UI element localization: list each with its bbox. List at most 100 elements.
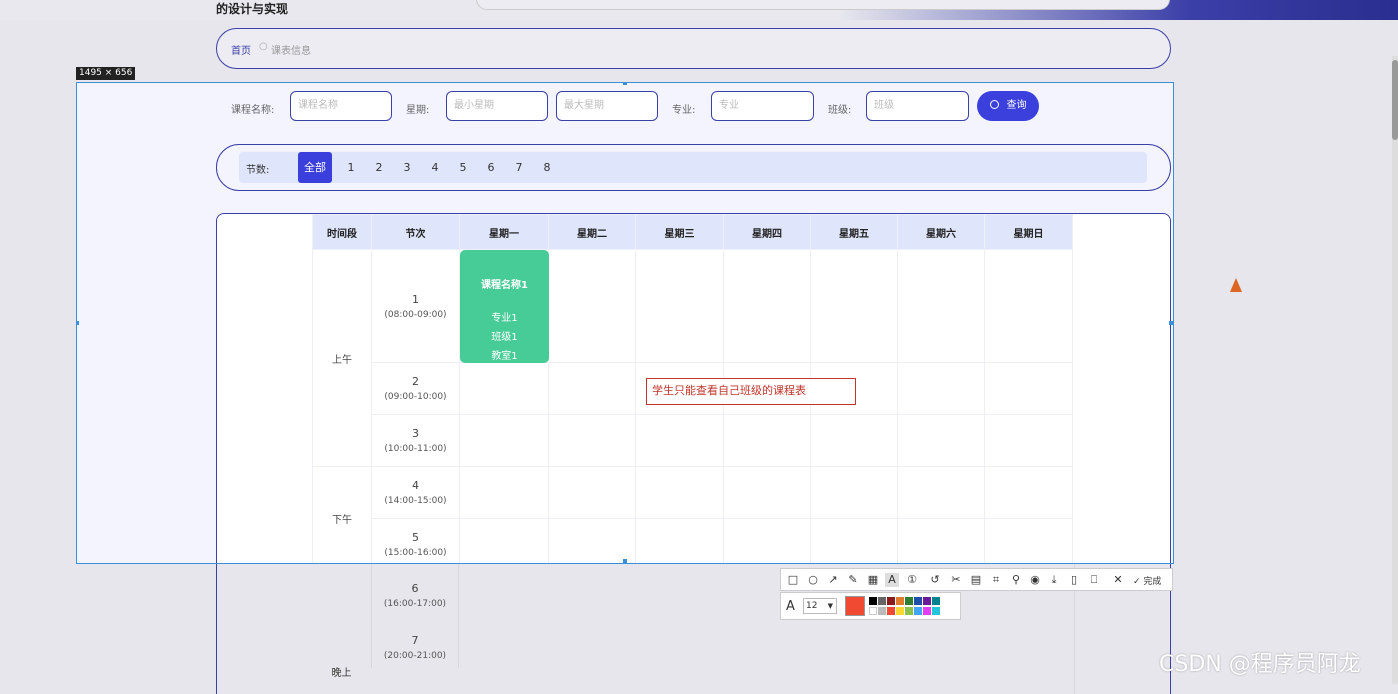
- color-swatch[interactable]: [923, 607, 931, 615]
- color-swatch[interactable]: [914, 607, 922, 615]
- class-label: 班级:: [828, 105, 852, 116]
- header-tue: 星期二: [548, 214, 636, 250]
- class-input[interactable]: 班级: [866, 91, 969, 121]
- rectangle-tool-icon[interactable]: □: [786, 573, 800, 587]
- max-week-input[interactable]: 最大星期: [556, 91, 658, 121]
- slot-time: (08:00-09:00): [384, 309, 447, 320]
- color-swatch[interactable]: [914, 597, 922, 605]
- color-swatch[interactable]: [932, 597, 940, 605]
- color-swatch[interactable]: [869, 607, 877, 615]
- arrow-tool-icon[interactable]: ↗: [826, 573, 840, 587]
- section-option-1[interactable]: 1: [343, 152, 359, 183]
- sections-label: 节数:: [246, 165, 270, 176]
- mouse-cursor-icon: [1230, 278, 1242, 292]
- done-label: 完成: [1143, 577, 1162, 587]
- section-option-6[interactable]: 6: [483, 152, 499, 183]
- screenshot-selection[interactable]: 课程名称: 课程名称 星期: 最小星期 最大星期 专业: 专业 班级: 班级 查…: [76, 82, 1174, 564]
- color-swatch[interactable]: [932, 607, 940, 615]
- slot-cell: 4 (14:00-15:00): [371, 466, 460, 519]
- section-option-7[interactable]: 7: [511, 152, 527, 183]
- period-morning: 上午: [312, 249, 372, 467]
- major-input[interactable]: 专业: [711, 91, 814, 121]
- color-swatch[interactable]: [896, 607, 904, 615]
- section-option-8[interactable]: 8: [539, 152, 555, 183]
- search-button[interactable]: 查询: [977, 91, 1039, 121]
- font-size-select[interactable]: 12 ▼: [803, 598, 837, 614]
- long-screenshot-icon[interactable]: ⌗: [989, 573, 1003, 587]
- table-row: 5 (15:00-16:00): [313, 518, 1073, 563]
- header-thu: 星期四: [723, 214, 811, 250]
- slot-number: 4: [412, 479, 419, 492]
- resize-handle[interactable]: [623, 559, 627, 563]
- header-wed: 星期三: [635, 214, 724, 250]
- section-option-4[interactable]: 4: [427, 152, 443, 183]
- number-tool-icon[interactable]: ①: [905, 573, 919, 587]
- undo-icon[interactable]: ↺: [928, 573, 942, 587]
- slot-cell: 7 (20:00-21:00): [371, 616, 459, 668]
- table-row: 上午 1 (08:00-09:00): [312, 249, 1073, 467]
- close-icon[interactable]: ✕: [1111, 573, 1125, 587]
- slot-number: 2: [412, 375, 419, 388]
- course-card-room: 教室1: [491, 351, 518, 362]
- resize-handle[interactable]: [1169, 321, 1173, 325]
- slot-time: (14:00-15:00): [384, 496, 447, 506]
- slot-number: 3: [412, 427, 419, 440]
- color-swatch[interactable]: [905, 597, 913, 605]
- pin-icon[interactable]: ⚲: [1009, 573, 1023, 587]
- min-week-input[interactable]: 最小星期: [446, 91, 548, 121]
- search-button-label: 查询: [1006, 100, 1027, 111]
- check-icon: ✓: [1133, 577, 1141, 587]
- slot-time: (20:00-21:00): [383, 651, 447, 661]
- course-card-major: 专业1: [491, 313, 518, 324]
- phone-icon[interactable]: ▯: [1067, 573, 1081, 587]
- mosaic-tool-icon[interactable]: ▦: [866, 573, 880, 587]
- slot-number: 5: [412, 531, 419, 544]
- color-swatch[interactable]: [896, 597, 904, 605]
- scrollbar-thumb[interactable]: [1392, 60, 1398, 140]
- resize-handle[interactable]: [623, 83, 627, 85]
- top-search-bar[interactable]: [476, 0, 1170, 10]
- header-period: 时间段: [312, 214, 372, 250]
- course-card-name: 课程名称1: [481, 280, 528, 291]
- slot-number: 1: [412, 292, 419, 306]
- color-swatch[interactable]: [878, 597, 886, 605]
- scissors-icon[interactable]: ✂: [949, 573, 963, 587]
- section-option-3[interactable]: 3: [399, 152, 415, 183]
- annotation-textbox[interactable]: 学生只能查看自己班级的课程表: [646, 378, 856, 405]
- sections-bar: 节数: 全部 1 2 3 4 5 6 7 8: [239, 152, 1147, 183]
- section-option-2[interactable]: 2: [371, 152, 387, 183]
- table-row: 3 (10:00-11:00): [313, 414, 1073, 467]
- record-icon[interactable]: ◉: [1028, 573, 1042, 587]
- bookmark-icon[interactable]: ⎕: [1087, 573, 1101, 587]
- done-button[interactable]: ✓ 完成: [1133, 574, 1161, 587]
- header-sat: 星期六: [897, 214, 985, 250]
- slot-cell: 3 (10:00-11:00): [371, 414, 460, 467]
- chevron-down-icon: ▼: [827, 602, 833, 610]
- screenshot-toolbar: □ ○ ↗ ✎ ▦ A ① ↺ ✂ ▤ ⌗ ⚲ ◉ ⤓ ▯ ⎕ ✕ ✓ 完成: [780, 568, 1173, 591]
- course-card[interactable]: 课程名称1 专业1 班级1 教室1: [460, 250, 549, 363]
- color-swatch[interactable]: [905, 607, 913, 615]
- breadcrumb-home-link[interactable]: 首页: [231, 42, 251, 57]
- breadcrumb-current: 课表信息: [271, 46, 311, 57]
- ocr-icon[interactable]: ▤: [969, 573, 983, 587]
- slot-time: (16:00-17:00): [383, 599, 447, 609]
- text-tool-icon[interactable]: A: [885, 573, 899, 587]
- course-name-input[interactable]: 课程名称: [290, 91, 392, 121]
- scrollbar-track[interactable]: [1392, 56, 1398, 684]
- color-swatch[interactable]: [869, 597, 877, 605]
- resize-handle[interactable]: [77, 321, 79, 325]
- color-swatch[interactable]: [887, 597, 895, 605]
- color-swatch[interactable]: [923, 597, 931, 605]
- header-sun: 星期日: [984, 214, 1073, 250]
- major-label: 专业:: [672, 105, 696, 116]
- site-title: 的设计与实现: [216, 2, 289, 16]
- color-swatch[interactable]: [878, 607, 886, 615]
- section-option-5[interactable]: 5: [455, 152, 471, 183]
- current-color-swatch[interactable]: [845, 596, 865, 616]
- pen-tool-icon[interactable]: ✎: [846, 573, 860, 587]
- color-swatch[interactable]: [887, 607, 895, 615]
- ellipse-tool-icon[interactable]: ○: [806, 573, 820, 587]
- selection-size-tag: 1495 × 656: [76, 67, 136, 80]
- section-option-all[interactable]: 全部: [298, 152, 332, 183]
- download-icon[interactable]: ⤓: [1047, 573, 1061, 587]
